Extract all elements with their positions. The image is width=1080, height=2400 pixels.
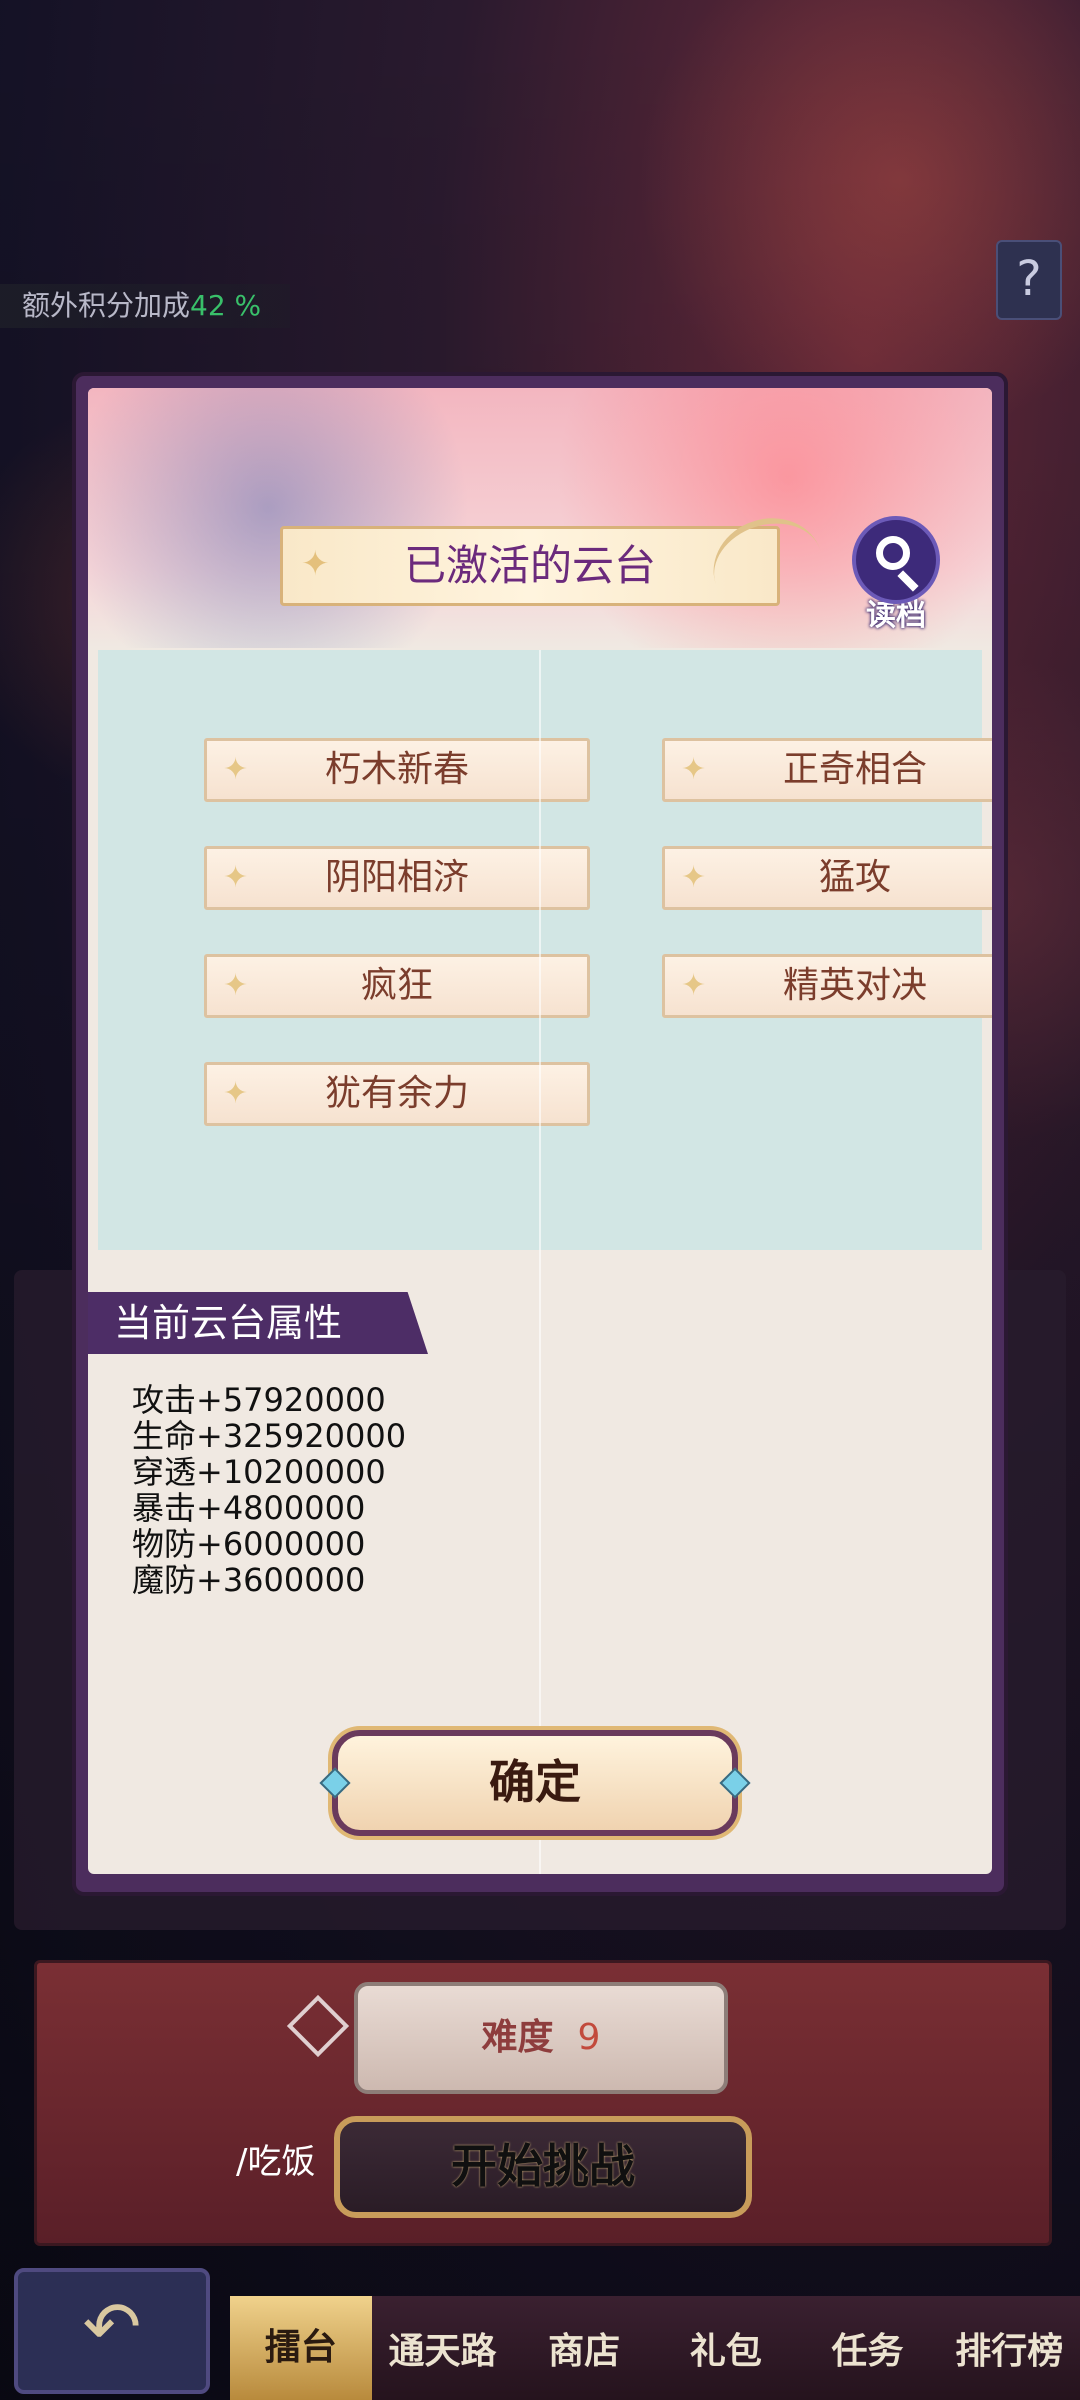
tab-gift-pack[interactable]: 礼包 xyxy=(655,2322,797,2374)
difficulty-label: 难度 xyxy=(481,2017,554,2058)
tag-item: ✦ 犹有余力 xyxy=(204,1062,590,1126)
attribute-magic-def: 魔防+3600000 xyxy=(132,1561,366,1599)
star-icon: ✦ xyxy=(681,860,707,895)
star-icon: ✦ xyxy=(681,968,707,1003)
start-challenge-label: 开始挑战 xyxy=(451,2139,635,2193)
magnifier-icon xyxy=(852,516,940,604)
activated-platform-dialog: ✦ 已激活的云台 读档 ✦ 朽木新春 ✦ 正奇相合 ✦ 阴阳相济 ✦ 猛攻 ✦ … xyxy=(88,388,992,1874)
tag-label: 精英对决 xyxy=(782,965,927,1006)
tag-item: ✦ 猛攻 xyxy=(662,846,992,910)
tag-label: 犹有余力 xyxy=(324,1073,469,1114)
tab-tasks[interactable]: 任务 xyxy=(797,2322,939,2374)
difficulty-selector[interactable]: 难度 9 xyxy=(354,1982,728,2094)
back-arrow-icon: ↶ xyxy=(82,2286,142,2368)
tag-item: ✦ 疯狂 xyxy=(204,954,590,1018)
star-icon: ✦ xyxy=(301,544,330,584)
panel-divider xyxy=(539,650,541,1874)
bottom-tabbar: 擂台 通天路 商店 礼包 任务 排行榜 xyxy=(230,2296,1080,2400)
bonus-value: 42 % xyxy=(190,289,262,322)
attributes-header: 当前云台属性 xyxy=(88,1292,428,1354)
tag-item: ✦ 正奇相合 xyxy=(662,738,992,802)
tag-item: ✦ 朽木新春 xyxy=(204,738,590,802)
attribute-attack: 攻击+57920000 xyxy=(132,1381,386,1419)
attribute-crit: 暴击+4800000 xyxy=(132,1489,366,1527)
tab-shop[interactable]: 商店 xyxy=(513,2322,655,2374)
confirm-label: 确定 xyxy=(489,1755,581,1809)
star-icon: ✦ xyxy=(223,752,249,787)
start-challenge-button[interactable]: 开始挑战 xyxy=(334,2116,752,2218)
tag-label: 阴阳相济 xyxy=(324,857,469,898)
bonus-label: 额外积分加成 xyxy=(22,289,191,322)
tag-label: 疯狂 xyxy=(360,965,433,1006)
tab-arena[interactable]: 擂台 xyxy=(230,2296,372,2400)
attribute-phys-def: 物防+6000000 xyxy=(132,1525,366,1563)
gem-icon xyxy=(319,1767,351,1799)
confirm-button[interactable]: 确定 xyxy=(319,1730,751,1836)
attribute-penetration: 穿透+10200000 xyxy=(132,1453,386,1491)
eat-label: /吃饭 xyxy=(236,2142,316,2182)
star-icon: ✦ xyxy=(681,752,707,787)
dialog-title: 已激活的云台 xyxy=(403,541,656,590)
tab-tongtian-road[interactable]: 通天路 xyxy=(372,2322,514,2374)
tag-label: 猛攻 xyxy=(818,857,891,898)
dialog-title-banner: ✦ 已激活的云台 xyxy=(280,504,836,630)
attribute-hp: 生命+325920000 xyxy=(132,1417,407,1455)
tag-item: ✦ 精英对决 xyxy=(662,954,992,1018)
help-button[interactable]: ? xyxy=(996,240,1062,320)
star-icon: ✦ xyxy=(223,1076,249,1111)
bonus-score-bar: 额外积分加成42 % xyxy=(0,284,290,328)
gem-icon xyxy=(719,1767,751,1799)
difficulty-value: 9 xyxy=(577,2017,601,2058)
attributes-list: 攻击+57920000 生命+325920000 穿透+10200000 暴击+… xyxy=(132,1382,406,1598)
tag-item: ✦ 阴阳相济 xyxy=(204,846,590,910)
tag-label: 朽木新春 xyxy=(324,749,469,790)
read-save-button[interactable]: 读档 xyxy=(846,516,946,636)
star-icon: ✦ xyxy=(223,968,249,1003)
back-button[interactable]: ↶ xyxy=(14,2268,210,2394)
star-icon: ✦ xyxy=(223,860,249,895)
tab-leaderboard[interactable]: 排行榜 xyxy=(938,2322,1080,2374)
tag-label: 正奇相合 xyxy=(782,749,927,790)
